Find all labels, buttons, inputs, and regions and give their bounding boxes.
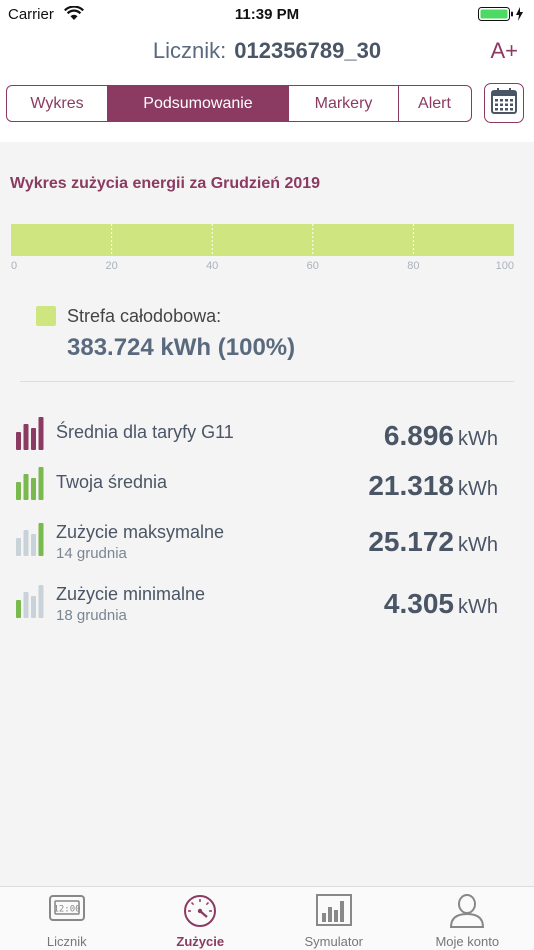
- max-bars-icon: [14, 520, 46, 561]
- legend-value: 383.724 kWh (100%): [67, 334, 296, 361]
- consumption-chart: 0 20 40 60 80 100: [11, 224, 514, 272]
- stat-number: 6.896: [383, 420, 454, 451]
- stat-row-tariff-average: Średnia dla taryfy G11 6.896 kWh: [0, 414, 534, 464]
- legend-swatch: [36, 306, 56, 326]
- chart-tick-label: 20: [105, 260, 117, 272]
- chart-title: Wykres zużycia energii za Grudzień 2019: [10, 175, 321, 192]
- svg-text:12:00: 12:00: [53, 905, 80, 915]
- tab-podsumowanie[interactable]: Podsumowanie: [108, 86, 289, 121]
- stat-value: 21.318 kWh: [368, 470, 498, 502]
- stat-name: Średnia dla taryfy G11: [56, 422, 234, 442]
- meter-title: Licznik: 012356789_30: [0, 38, 534, 64]
- stat-name: Twoja średnia: [56, 472, 168, 492]
- tabbar-label: Moje konto: [435, 934, 500, 949]
- calendar-icon: [490, 87, 518, 120]
- tabbar-item-moje-konto[interactable]: Moje konto: [401, 887, 534, 950]
- stat-date: 14 grudnia: [56, 545, 127, 562]
- tab-wykres[interactable]: Wykres: [7, 86, 108, 121]
- stat-unit: kWh: [458, 596, 498, 618]
- tabbar-item-licznik[interactable]: 12:00 Licznik: [0, 887, 134, 950]
- stat-number: 4.305: [383, 588, 454, 619]
- view-tabs: Wykres Podsumowanie Markery Alert: [6, 85, 472, 122]
- stat-value: 25.172 kWh: [368, 526, 498, 558]
- stat-row-max-usage: Zużycie maksymalne 14 grudnia 25.172 kWh: [0, 520, 534, 570]
- chart-tick-label: 0: [11, 260, 17, 272]
- tabbar-label: Licznik: [46, 934, 87, 949]
- chart-tick-label: 60: [307, 260, 319, 272]
- bar-chart-icon: [267, 893, 401, 927]
- tab-bar: 12:00 Licznik Zużycie Symulator Moje kon…: [0, 886, 534, 950]
- average-bars-icon: [14, 464, 46, 505]
- meter-label: Licznik:: [152, 38, 227, 63]
- chart-bar-segment: [11, 224, 514, 256]
- stat-value: 6.896 kWh: [384, 420, 498, 452]
- header: Licznik: 012356789_30 A+ Wykres Podsumowa…: [0, 30, 534, 142]
- user-icon: [401, 893, 534, 929]
- font-size-button[interactable]: A+: [490, 38, 518, 64]
- stat-unit: kWh: [458, 478, 498, 500]
- divider: [20, 381, 514, 382]
- speedometer-icon: [134, 893, 268, 927]
- stat-number: 25.172: [368, 526, 454, 557]
- summary-content: Wykres zużycia energii za Grudzień 2019 …: [0, 142, 534, 887]
- clock: 11:39 PM: [234, 6, 300, 23]
- status-bar: Carrier 11:39 PM: [0, 0, 534, 30]
- stat-unit: kWh: [458, 534, 498, 556]
- chart-tick-label: 40: [206, 260, 218, 272]
- chart-tick-label: 80: [407, 260, 419, 272]
- meter-icon: 12:00: [0, 893, 134, 923]
- tabbar-label: Zużycie: [176, 934, 225, 949]
- stat-date: 18 grudnia: [56, 607, 127, 624]
- battery-icon: [478, 6, 524, 27]
- tariff-bars-icon: [14, 414, 46, 455]
- min-bars-icon: [14, 582, 46, 623]
- stat-number: 21.318: [368, 470, 454, 501]
- tab-alert[interactable]: Alert: [399, 86, 470, 121]
- stat-row-min-usage: Zużycie minimalne 18 grudnia 4.305 kWh: [0, 582, 534, 632]
- stat-name: Zużycie maksymalne: [56, 522, 225, 542]
- tabbar-item-zuzycie[interactable]: Zużycie: [134, 887, 268, 950]
- tab-markery[interactable]: Markery: [289, 86, 399, 121]
- calendar-button[interactable]: [484, 83, 524, 123]
- stat-value: 4.305 kWh: [384, 588, 498, 620]
- stat-row-your-average: Twoja średnia 21.318 kWh: [0, 464, 534, 514]
- tabbar-label: Symulator: [304, 934, 364, 949]
- tabbar-item-symulator[interactable]: Symulator: [267, 887, 401, 950]
- chart-tick-label: 100: [496, 260, 514, 272]
- stat-unit: kWh: [458, 428, 498, 450]
- meter-number: 012356789_30: [234, 38, 382, 63]
- legend-label: Strefa całodobowa:: [67, 306, 222, 326]
- stat-name: Zużycie minimalne: [56, 584, 206, 604]
